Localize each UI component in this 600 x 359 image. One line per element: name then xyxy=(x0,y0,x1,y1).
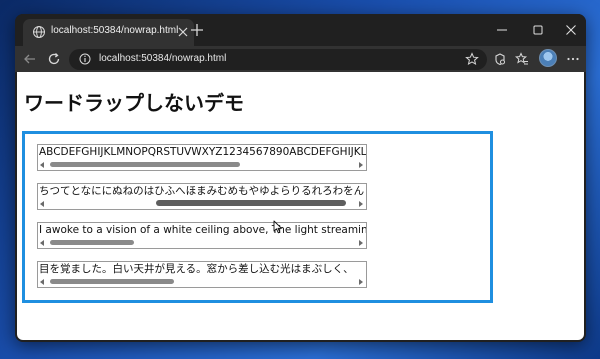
scrollbar-thumb[interactable] xyxy=(50,279,174,284)
more-options-icon[interactable] xyxy=(566,52,580,66)
address-text: localhost:50384/nowrap.html xyxy=(99,53,227,64)
back-arrow-icon[interactable] xyxy=(23,52,37,66)
profile-avatar[interactable] xyxy=(539,49,557,67)
browser-window: localhost:50384/nowrap.html localhost:50… xyxy=(15,14,586,342)
new-tab-icon[interactable] xyxy=(190,23,204,37)
title-bar: localhost:50384/nowrap.html xyxy=(15,14,586,46)
scroll-right-arrow-icon[interactable] xyxy=(359,240,363,246)
page-title: ワードラップしないデモ xyxy=(24,91,244,115)
mouse-cursor-icon xyxy=(273,220,282,234)
horizontal-scrollbar[interactable] xyxy=(38,159,366,170)
globe-icon xyxy=(33,26,45,38)
horizontal-scrollbar[interactable] xyxy=(38,198,366,209)
scroll-left-arrow-icon[interactable] xyxy=(40,201,44,207)
box-text: ちつてとなににぬねのはひふへほまみむめもやゆよらりるれろわをん xyxy=(39,185,365,197)
scrollbar-thumb[interactable] xyxy=(50,162,240,167)
nowrap-box-english[interactable]: I awoke to a vision of a white ceiling a… xyxy=(37,222,367,249)
scrollbar-thumb[interactable] xyxy=(156,200,346,206)
site-info-icon[interactable] xyxy=(79,53,91,65)
tab-title: localhost:50384/nowrap.html xyxy=(51,25,179,36)
minimize-icon[interactable] xyxy=(496,24,508,36)
favorites-list-icon[interactable] xyxy=(515,52,529,66)
nowrap-box-alphanumeric[interactable]: ABCDEFGHIJKLMNOPQRSTUVWXYZ1234567890ABCD… xyxy=(37,144,367,171)
address-bar[interactable]: localhost:50384/nowrap.html xyxy=(69,49,487,70)
close-tab-icon[interactable] xyxy=(178,27,188,37)
scroll-left-arrow-icon[interactable] xyxy=(40,279,44,285)
refresh-icon[interactable] xyxy=(47,52,61,66)
page-viewport: ワードラップしないデモ ABCDEFGHIJKLMNOPQRSTUVWXYZ12… xyxy=(17,72,584,340)
nowrap-box-kana[interactable]: ちつてとなににぬねのはひふへほまみむめもやゆよらりるれろわをん xyxy=(37,183,367,210)
scroll-right-arrow-icon[interactable] xyxy=(359,279,363,285)
horizontal-scrollbar[interactable] xyxy=(38,237,366,248)
scroll-right-arrow-icon[interactable] xyxy=(359,201,363,207)
browser-tab[interactable]: localhost:50384/nowrap.html xyxy=(23,19,194,46)
box-text: I awoke to a vision of a white ceiling a… xyxy=(39,224,367,236)
browser-essentials-icon[interactable] xyxy=(493,52,507,66)
demo-container: ABCDEFGHIJKLMNOPQRSTUVWXYZ1234567890ABCD… xyxy=(22,131,493,303)
scroll-left-arrow-icon[interactable] xyxy=(40,240,44,246)
box-text: ABCDEFGHIJKLMNOPQRSTUVWXYZ1234567890ABCD… xyxy=(39,146,367,158)
scrollbar-thumb[interactable] xyxy=(50,240,134,245)
browser-toolbar: localhost:50384/nowrap.html xyxy=(15,46,586,72)
box-text: 目を覚ました。白い天井が見える。窓から差し込む光はまぶしく、 xyxy=(39,263,354,275)
horizontal-scrollbar[interactable] xyxy=(38,276,366,287)
maximize-icon[interactable] xyxy=(532,24,544,36)
favorite-star-icon[interactable] xyxy=(465,52,479,66)
nowrap-box-japanese[interactable]: 目を覚ました。白い天井が見える。窓から差し込む光はまぶしく、 xyxy=(37,261,367,288)
close-window-icon[interactable] xyxy=(565,24,577,36)
scroll-left-arrow-icon[interactable] xyxy=(40,162,44,168)
scroll-right-arrow-icon[interactable] xyxy=(359,162,363,168)
